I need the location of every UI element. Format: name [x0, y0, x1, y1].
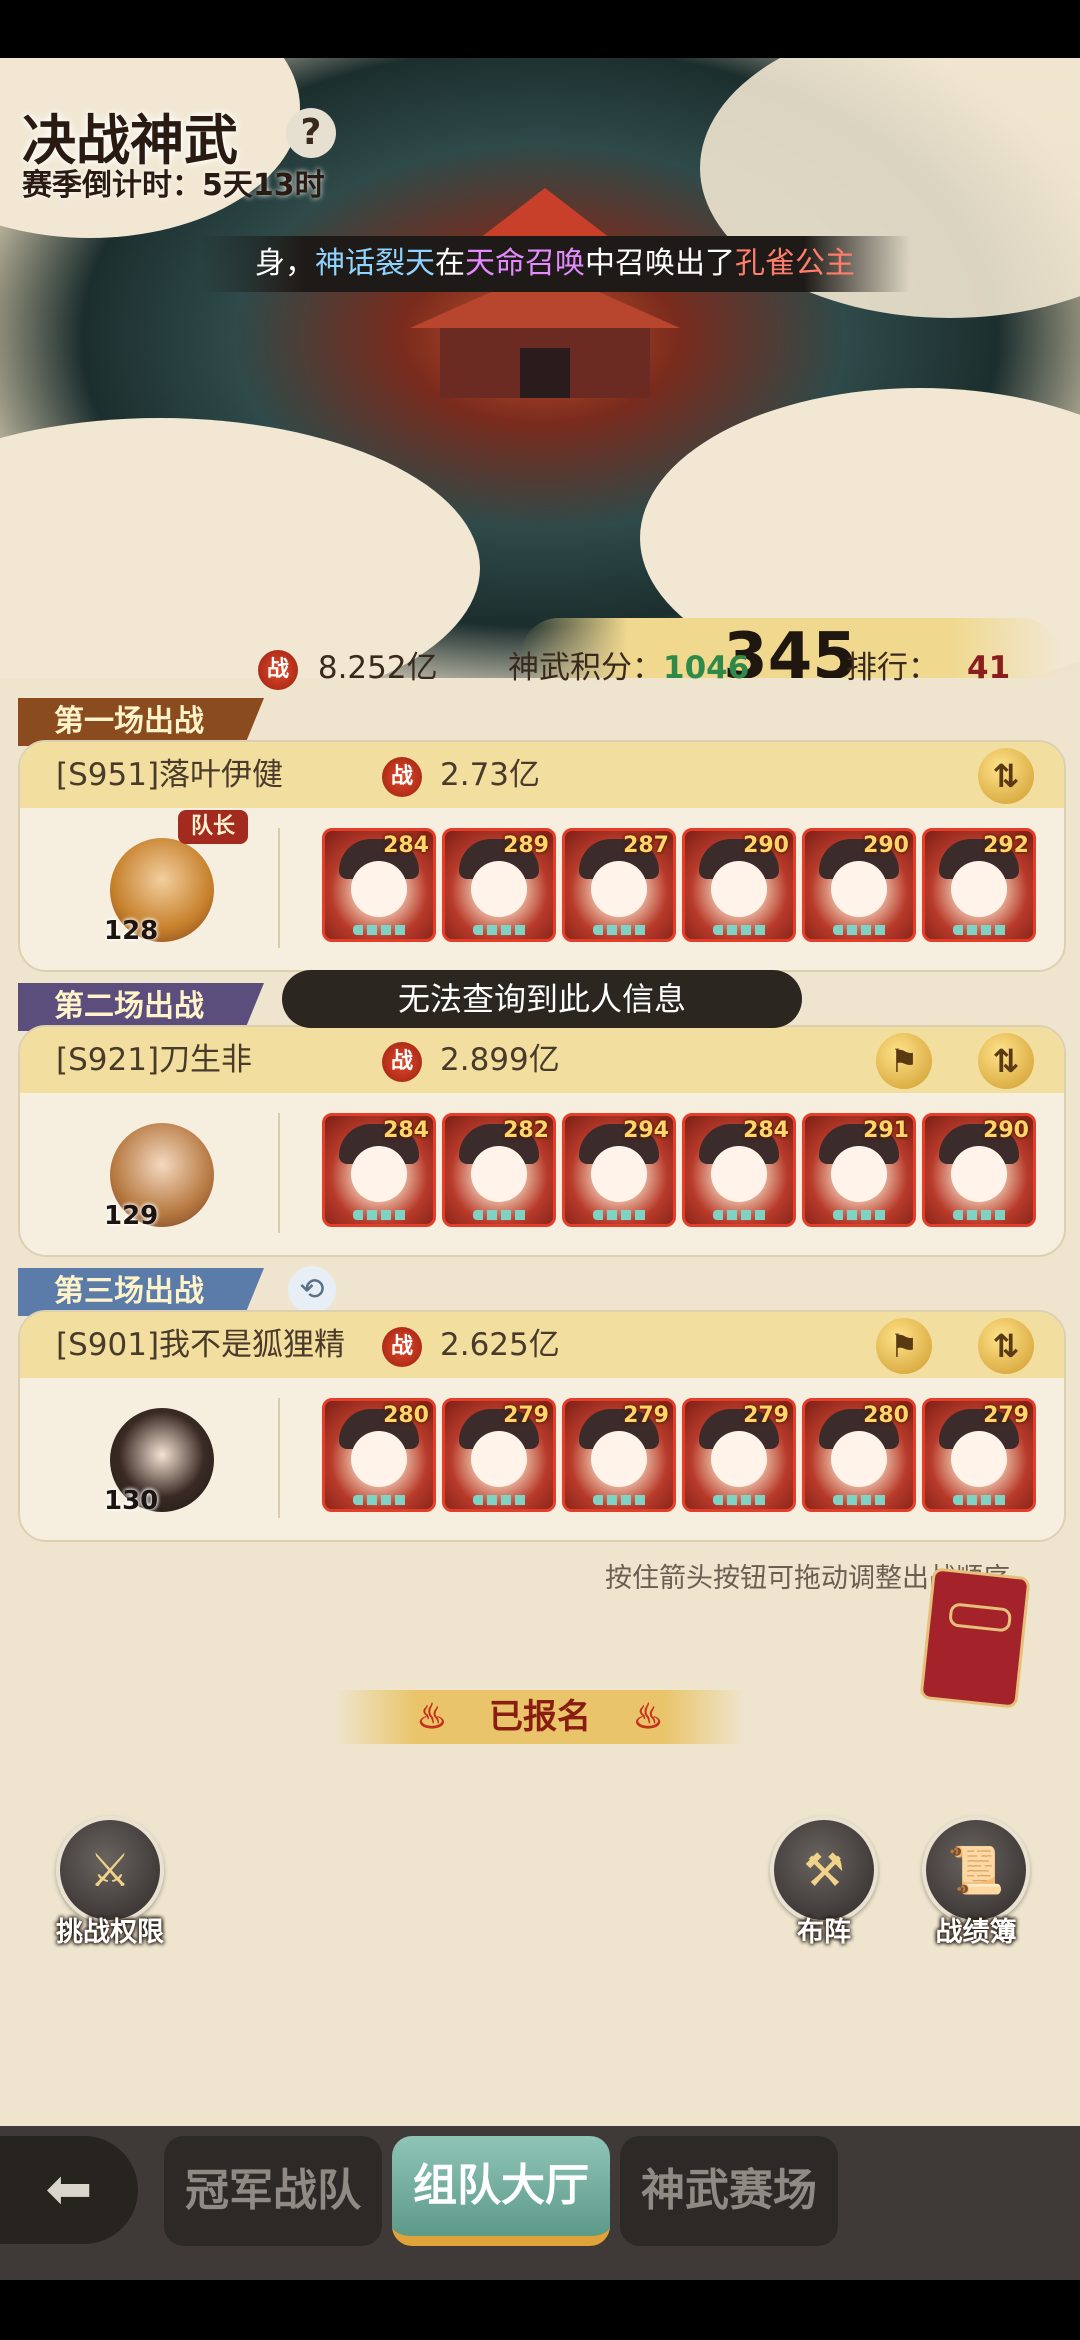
avatar-level: 128 [104, 916, 159, 946]
info-tooltip: 无法查询到此人信息 [282, 970, 802, 1028]
player-name: [S921]刀生非 [56, 1042, 253, 1078]
hero-card[interactable]: 284 [322, 828, 436, 942]
red-envelope-icon[interactable] [919, 1567, 1031, 1709]
flag-button[interactable]: ⚑ [876, 1033, 932, 1089]
divider [278, 1113, 280, 1233]
help-icon[interactable]: ? [286, 108, 336, 158]
hero-card[interactable]: 279 [682, 1398, 796, 1512]
rank-stat: 排行： 41 [846, 650, 1011, 686]
season-countdown: 赛季倒计时：5天13时 [22, 168, 325, 203]
registered-status: ♨ 已报名 ♨ [334, 1690, 746, 1744]
hero-card[interactable]: 290 [922, 1113, 1036, 1227]
total-power: 战 8.252亿 [258, 643, 438, 693]
match-ribbon-3: 第三场出战 [18, 1268, 264, 1316]
flame-icon: ♨ [632, 1697, 664, 1737]
player-power: 战 2.625亿 [382, 1312, 560, 1378]
hero-card[interactable]: 280 [802, 1398, 916, 1512]
player-name: [S951]落叶伊健 [56, 757, 284, 793]
power-icon: 战 [382, 1041, 422, 1082]
reorder-arrow-button[interactable]: ⇅ [978, 748, 1034, 804]
sword-icon: ⚔ [56, 1816, 164, 1924]
hero-card[interactable]: 284 [322, 1113, 436, 1227]
player-name: [S901]我不是狐狸精 [56, 1327, 346, 1363]
card-header: [S901]我不是狐狸精 战 2.625亿 ⚑ ⇅ [20, 1312, 1064, 1378]
scroll-icon: 📜 [922, 1816, 1030, 1924]
hero-card[interactable]: 289 [442, 828, 556, 942]
hero-card[interactable]: 280 [322, 1398, 436, 1512]
hero-card[interactable]: 284 [682, 1113, 796, 1227]
tab-arena[interactable]: 神武赛场 [620, 2136, 838, 2246]
hero-card[interactable]: 291 [802, 1113, 916, 1227]
player-power: 战 2.899亿 [382, 1027, 560, 1093]
power-icon: 战 [382, 756, 422, 797]
match-ribbon-2: 第二场出战 [18, 983, 264, 1031]
hero-card[interactable]: 290 [682, 828, 796, 942]
flag-button[interactable]: ⚑ [876, 1318, 932, 1374]
divider [278, 1398, 280, 1518]
captain-badge: 队长 [178, 810, 248, 844]
match-ribbon-1: 第一场出战 [18, 698, 264, 746]
challenge-permission-button[interactable]: ⚔ 挑战权限 [50, 1816, 170, 1949]
cloud-decoration [0, 418, 480, 678]
team-card-1: [S951]落叶伊健 战 2.73亿 ⇅ 队长 128 284 289 287 2… [18, 740, 1066, 972]
announcement-ticker: 身，神话裂天在天命召唤中召唤出了孔雀公主 [200, 236, 910, 292]
flame-icon: ♨ [416, 1697, 448, 1737]
refresh-icon[interactable]: ⟲ [288, 1266, 336, 1314]
hero-card[interactable]: 294 [562, 1113, 676, 1227]
hero-card[interactable]: 287 [562, 828, 676, 942]
avatar-level: 130 [104, 1486, 159, 1516]
player-power: 战 2.73亿 [382, 742, 540, 808]
status-bar [0, 0, 1080, 58]
avatar-level: 129 [104, 1201, 159, 1231]
hero-card[interactable]: 282 [442, 1113, 556, 1227]
hero-card[interactable]: 279 [922, 1398, 1036, 1512]
hero-card[interactable]: 279 [442, 1398, 556, 1512]
tab-champion-team[interactable]: 冠军战队 [164, 2136, 382, 2246]
card-header: [S921]刀生非 战 2.899亿 ⚑ ⇅ [20, 1027, 1064, 1093]
hero-card[interactable]: 290 [802, 828, 916, 942]
hero-card[interactable]: 292 [922, 828, 1036, 942]
power-icon: 战 [258, 649, 298, 690]
power-icon: 战 [382, 1326, 422, 1367]
hero-card[interactable]: 279 [562, 1398, 676, 1512]
divider [278, 828, 280, 948]
points-stat: 神武积分：1046 [508, 650, 750, 686]
team-card-3: [S901]我不是狐狸精 战 2.625亿 ⚑ ⇅ 130 280 279 279… [18, 1310, 1066, 1542]
arrow-left-icon[interactable]: ⬅ [0, 2136, 138, 2244]
formation-icon: ⚒ [770, 1816, 878, 1924]
tab-team-hall[interactable]: 组队大厅 [392, 2136, 610, 2246]
battle-record-button[interactable]: 📜 战绩簿 [916, 1816, 1036, 1949]
card-header: [S951]落叶伊健 战 2.73亿 ⇅ [20, 742, 1064, 808]
reorder-arrow-button[interactable]: ⇅ [978, 1318, 1034, 1374]
team-card-2: [S921]刀生非 战 2.899亿 ⚑ ⇅ 129 284 282 294 28… [18, 1025, 1066, 1257]
formation-button[interactable]: ⚒ 布阵 [764, 1816, 884, 1949]
reorder-arrow-button[interactable]: ⇅ [978, 1033, 1034, 1089]
system-nav-bar [0, 2280, 1080, 2340]
